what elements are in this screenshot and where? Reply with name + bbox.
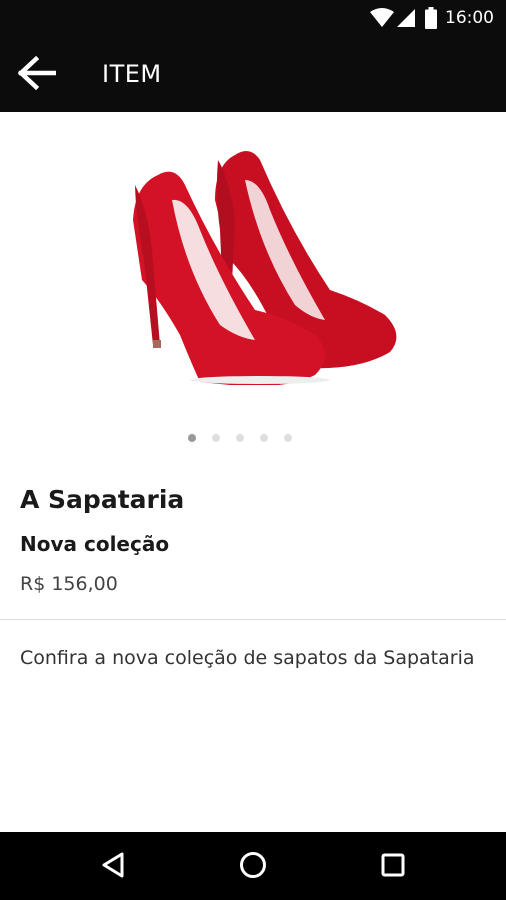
signal-icon (397, 8, 415, 28)
page-dot[interactable] (236, 434, 244, 442)
back-triangle-icon (100, 851, 126, 883)
collection-name: Nova coleção (20, 532, 170, 556)
wifi-icon (370, 8, 394, 28)
system-nav-bar (0, 832, 506, 900)
red-shoes-image (133, 151, 397, 385)
gallery-page-indicator (0, 434, 506, 442)
back-button[interactable] (14, 55, 58, 95)
image-gallery[interactable] (0, 112, 506, 457)
app-bar: ITEM (0, 37, 506, 112)
page-dot[interactable] (212, 434, 220, 442)
status-bar: 16:00 (0, 0, 506, 37)
page-dot[interactable] (260, 434, 268, 442)
battery-icon (425, 7, 437, 29)
divider (0, 619, 506, 620)
page-dot[interactable] (188, 434, 196, 442)
item-content: A Sapataria Nova coleção R$ 156,00 Confi… (0, 112, 506, 832)
page-title: ITEM (102, 60, 162, 88)
nav-back-button[interactable] (96, 850, 130, 884)
item-price: R$ 156,00 (20, 573, 118, 595)
page-dot[interactable] (284, 434, 292, 442)
store-name: A Sapataria (20, 485, 185, 514)
item-description: Confira a nova coleção de sapatos da Sap… (20, 647, 475, 669)
nav-home-button[interactable] (236, 850, 270, 884)
home-circle-icon (238, 850, 268, 884)
status-icons: 16:00 (370, 7, 494, 29)
recents-square-icon (380, 852, 406, 882)
nav-recents-button[interactable] (376, 850, 410, 884)
status-time: 16:00 (445, 8, 494, 28)
arrow-back-icon (16, 55, 57, 94)
